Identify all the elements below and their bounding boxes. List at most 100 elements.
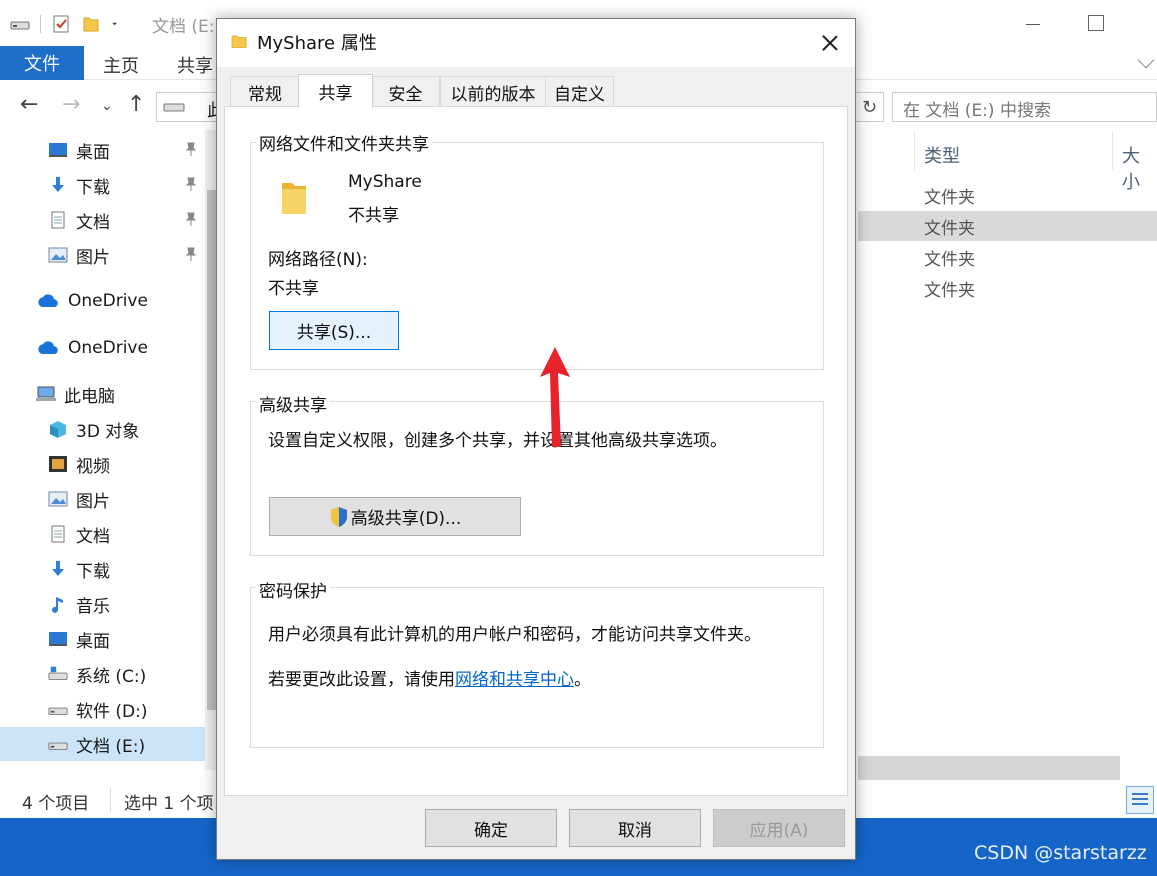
tab-previous-versions[interactable]: 以前的版本: [440, 76, 546, 107]
password-settings-hint-suffix: 。: [574, 670, 591, 690]
pin-icon[interactable]: [186, 142, 196, 156]
cancel-button[interactable]: 取消: [569, 809, 701, 847]
sidebar-item[interactable]: 图片: [0, 238, 205, 272]
uac-shield-icon: [330, 506, 347, 527]
sidebar-item-label: 文档: [76, 526, 110, 547]
document-icon: [51, 525, 65, 543]
details-view-icon[interactable]: [1126, 786, 1154, 814]
new-folder-icon[interactable]: [81, 14, 101, 34]
sidebar-item[interactable]: 文档 (E:): [0, 727, 205, 761]
drive-icon: [48, 707, 68, 715]
pin-icon[interactable]: [186, 177, 196, 191]
folder-icon: [231, 35, 247, 48]
sidebar-item[interactable]: 文档: [0, 203, 205, 237]
network-path-value: 不共享: [268, 279, 319, 299]
sidebar-item[interactable]: 系统 (C:): [0, 657, 205, 691]
sidebar-item-label: OneDrive: [68, 291, 148, 311]
horizontal-scrollbar[interactable]: [858, 756, 1120, 780]
sidebar-item-label: 软件 (D:): [76, 701, 148, 722]
desktop-icon: [49, 632, 67, 646]
desktop-icon: [49, 143, 67, 157]
onedrive-icon: [38, 294, 58, 307]
sidebar-item[interactable]: 桌面: [0, 133, 205, 167]
sidebar-item-label: 图片: [76, 491, 110, 512]
sidebar-item[interactable]: 下载: [0, 552, 205, 586]
ok-button[interactable]: 确定: [425, 809, 557, 847]
file-type-cell: 文件夹: [924, 218, 975, 239]
close-icon[interactable]: [815, 29, 845, 59]
tab-customize[interactable]: 自定义: [545, 76, 614, 107]
sidebar-item-label: 视频: [76, 456, 110, 477]
drive-c-icon: [48, 666, 68, 680]
tab-sharing[interactable]: 共享: [298, 74, 373, 108]
onedrive-icon: [38, 341, 58, 354]
pin-icon[interactable]: [186, 247, 196, 261]
tab-security[interactable]: 安全: [371, 76, 440, 107]
watermark: CSDN @starstarzz: [974, 842, 1147, 864]
file-type-cell: 文件夹: [924, 249, 975, 270]
advanced-sharing-description: 设置自定义权限，创建多个共享，并设置其他高级共享选项。: [268, 431, 727, 451]
sidebar-item-label: 3D 对象: [76, 421, 140, 442]
column-divider[interactable]: [1112, 132, 1113, 170]
sidebar-item[interactable]: 音乐: [0, 587, 205, 621]
share-status: 不共享: [348, 206, 399, 226]
tab-general[interactable]: 常规: [230, 76, 300, 107]
document-icon: [51, 211, 65, 229]
share-button[interactable]: 共享(S)...: [269, 311, 399, 350]
sidebar-item[interactable]: 3D 对象: [0, 412, 205, 446]
recent-locations-icon[interactable]: ⌄: [101, 98, 113, 114]
sidebar-item-label: 桌面: [76, 142, 110, 163]
sidebar-item-label: 文档: [76, 212, 110, 233]
file-row[interactable]: 文件夹: [858, 273, 1157, 303]
sidebar-item-label: 此电脑: [64, 386, 115, 407]
pin-icon[interactable]: [186, 212, 196, 226]
3d-objects-icon: [50, 421, 66, 438]
back-arrow-icon[interactable]: ←: [20, 92, 38, 117]
sidebar-item[interactable]: 图片: [0, 482, 205, 516]
file-row[interactable]: 文件夹: [858, 180, 1157, 210]
sidebar-item-label: 桌面: [76, 631, 110, 652]
column-header-type[interactable]: 类型: [924, 142, 960, 168]
sidebar-item[interactable]: 软件 (D:): [0, 692, 205, 726]
password-settings-hint-prefix: 若要更改此设置，请使用: [268, 670, 455, 690]
sidebar-item[interactable]: 此电脑: [0, 377, 205, 411]
download-icon: [52, 177, 64, 192]
file-row[interactable]: 文件夹: [858, 242, 1157, 272]
properties-check-icon[interactable]: [51, 14, 71, 34]
annotation-arrow-icon: [540, 347, 570, 447]
dialog-title: MyShare 属性: [257, 33, 377, 54]
chevron-down-icon[interactable]: [111, 14, 123, 34]
sidebar-item[interactable]: OneDrive: [0, 284, 205, 318]
ribbon-tab-file[interactable]: 文件: [0, 46, 84, 80]
sidebar-item-label: 下载: [76, 561, 110, 582]
sidebar-item[interactable]: 文档: [0, 517, 205, 551]
column-divider[interactable]: [914, 132, 915, 170]
maximize-button[interactable]: [1088, 15, 1104, 31]
refresh-icon[interactable]: ↻: [856, 92, 884, 122]
advanced-sharing-button[interactable]: 高级共享(D)...: [269, 497, 521, 536]
file-type-cell: 文件夹: [924, 280, 975, 301]
sidebar-item[interactable]: 下载: [0, 168, 205, 202]
sidebar-item-label: 图片: [76, 247, 110, 268]
sidebar-item[interactable]: OneDrive: [0, 331, 205, 365]
sidebar-item[interactable]: 视频: [0, 447, 205, 481]
minimize-button[interactable]: [1018, 12, 1058, 36]
ribbon-tab-home[interactable]: 主页: [103, 52, 139, 78]
drive-icon[interactable]: [10, 14, 30, 34]
toolbar-divider: [40, 15, 41, 33]
sidebar-item-label: 下载: [76, 177, 110, 198]
explorer-title: 文档 (E:): [152, 17, 222, 37]
file-row[interactable]: 文件夹: [858, 211, 1157, 241]
forward-arrow-icon[interactable]: →: [62, 92, 80, 117]
password-protection-group-title: 密码保护: [256, 577, 330, 602]
network-sharing-center-link[interactable]: 网络和共享中心: [455, 670, 574, 690]
search-input[interactable]: 在 文档 (E:) 中搜索: [892, 92, 1157, 122]
picture-icon: [48, 491, 68, 507]
apply-button[interactable]: 应用(A): [713, 809, 845, 847]
sidebar-item[interactable]: 桌面: [0, 622, 205, 656]
ribbon-tab-share[interactable]: 共享: [177, 52, 213, 78]
picture-icon: [48, 247, 68, 263]
download-icon: [52, 561, 64, 576]
up-arrow-icon[interactable]: ↑: [127, 92, 145, 117]
properties-dialog: MyShare 属性 常规 共享 安全 以前的版本 自定义 网络文件和文件夹共享…: [216, 18, 856, 860]
